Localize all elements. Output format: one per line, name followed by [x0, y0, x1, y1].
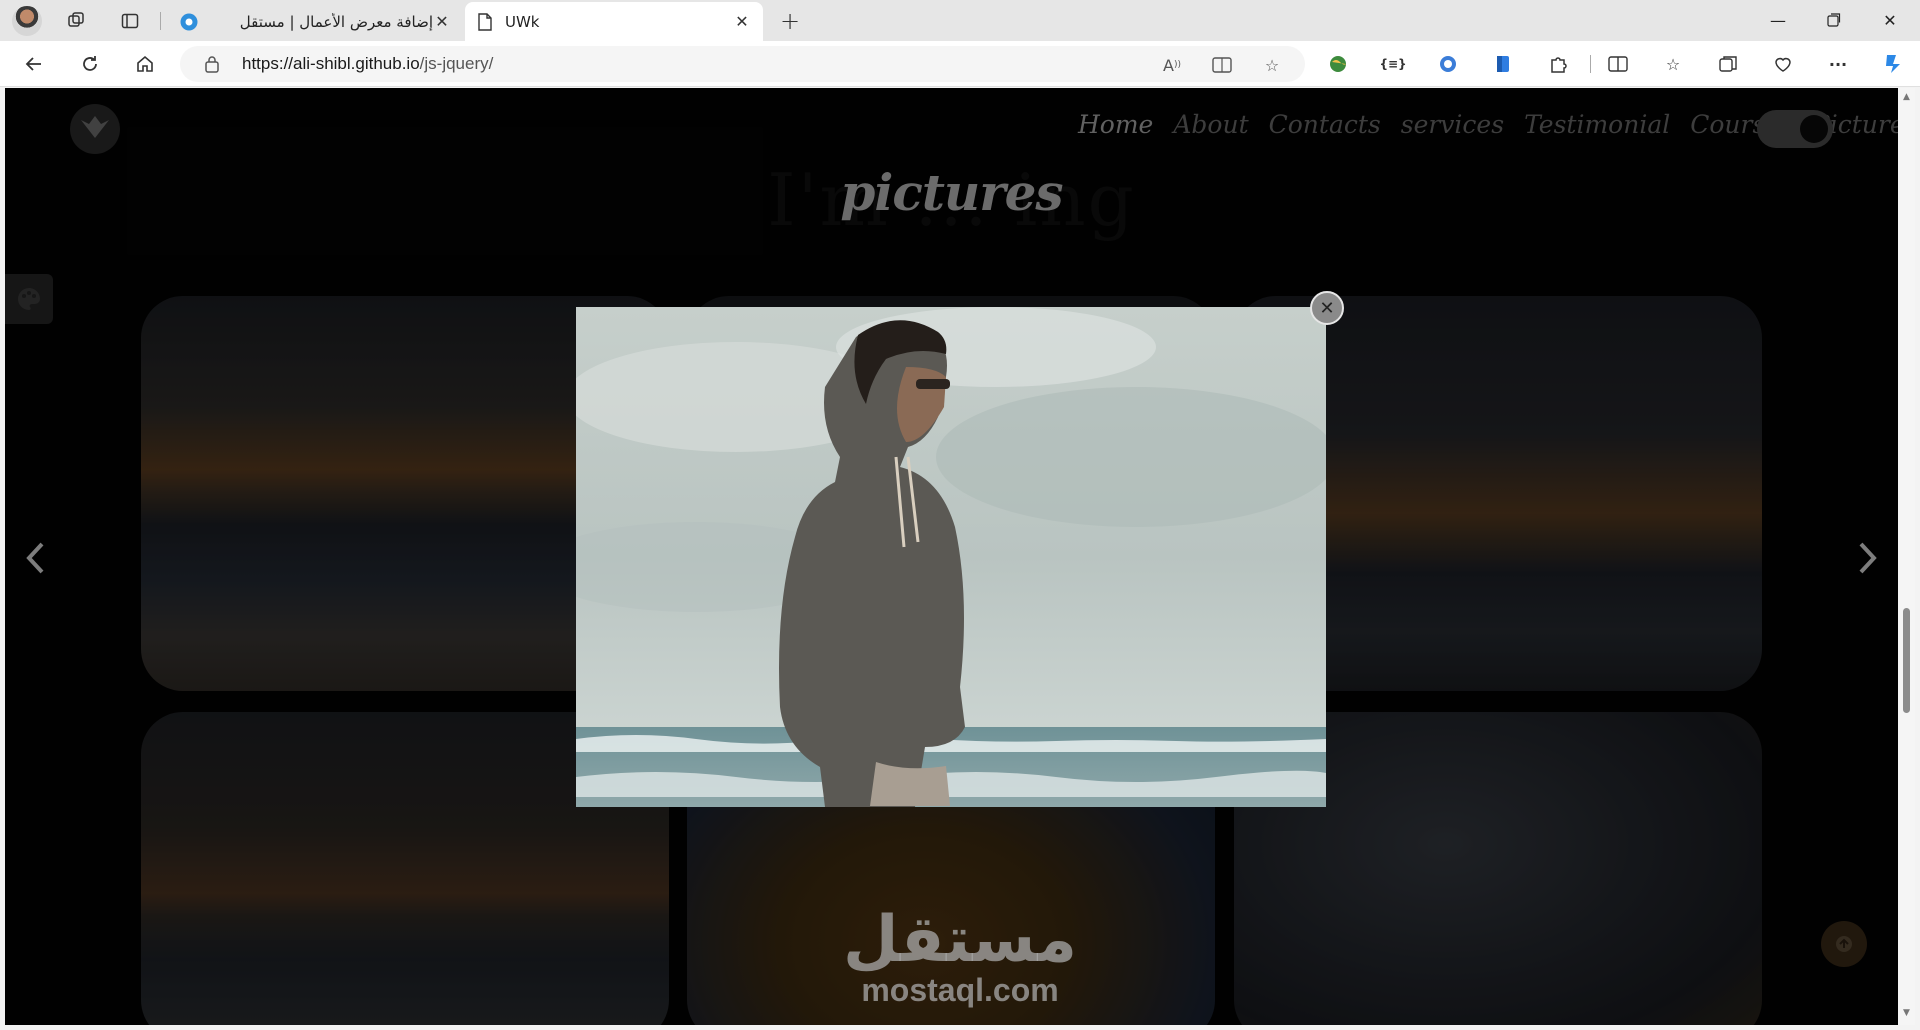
scroll-thumb[interactable] — [1903, 608, 1910, 713]
extension-book-icon[interactable] — [1490, 52, 1516, 76]
minimize-icon[interactable]: — — [1750, 0, 1806, 40]
vertical-tabs-icon[interactable] — [116, 7, 144, 35]
extension-globe-icon[interactable] — [1325, 52, 1351, 76]
profile-avatar[interactable] — [12, 6, 42, 36]
scroll-up-icon[interactable]: ▲ — [1902, 92, 1911, 102]
watermark-latin: mostaql.com — [861, 972, 1059, 1008]
back-icon[interactable] — [20, 50, 48, 78]
browser-essentials-icon[interactable] — [1770, 52, 1796, 76]
split-screen-icon[interactable] — [1605, 52, 1631, 76]
more-menu-icon[interactable]: ··· — [1825, 52, 1851, 76]
url-host: https://ali-shibl.github.io — [242, 54, 420, 73]
restore-icon[interactable] — [1806, 0, 1862, 40]
lock-icon[interactable] — [204, 55, 220, 73]
page-icon — [477, 12, 495, 31]
extension-compass-icon[interactable] — [1435, 52, 1461, 76]
extensions-puzzle-icon[interactable] — [1545, 52, 1571, 76]
mostaql-favicon — [180, 13, 198, 31]
mostaql-watermark: مستقل mostaql.com — [840, 908, 1080, 1008]
close-icon[interactable]: ✕ — [1310, 291, 1344, 325]
read-aloud-icon[interactable]: A)) — [1160, 53, 1184, 77]
home-icon[interactable] — [131, 50, 159, 78]
url-path: /js-jquery/ — [419, 54, 494, 73]
close-tab-icon[interactable]: ✕ — [433, 12, 451, 31]
web-page: Home About Contacts services Testimonial… — [5, 88, 1898, 1025]
favorites-icon[interactable]: ☆ — [1660, 52, 1686, 76]
close-tab-icon[interactable]: ✕ — [733, 12, 751, 31]
url-field[interactable]: https://ali-shibl.github.io/js-jquery/ A… — [180, 46, 1305, 82]
workspaces-icon[interactable] — [62, 7, 90, 35]
immersive-reader-icon[interactable] — [1210, 53, 1234, 77]
url-text: https://ali-shibl.github.io/js-jquery/ — [242, 54, 493, 74]
scroll-down-icon[interactable]: ▼ — [1902, 1008, 1911, 1018]
tab-title: UWk — [505, 12, 540, 31]
address-bar: https://ali-shibl.github.io/js-jquery/ A… — [0, 41, 1920, 87]
tab-mostaql[interactable]: إضافة معرض الأعمال | مستقل ✕ — [168, 2, 463, 41]
tab-title: إضافة معرض الأعمال | مستقل — [239, 12, 433, 31]
lightbox-image — [576, 307, 1326, 807]
copilot-icon[interactable] — [1880, 52, 1906, 76]
close-icon[interactable]: ✕ — [1862, 0, 1918, 40]
favorite-star-icon[interactable]: ☆ — [1260, 53, 1284, 77]
refresh-icon[interactable] — [76, 50, 104, 78]
collections-icon[interactable] — [1715, 52, 1741, 76]
tab-uwk[interactable]: UWk ✕ — [465, 2, 763, 41]
tab-bar: إضافة معرض الأعمال | مستقل ✕ UWk ✕ + — ✕ — [0, 0, 1920, 41]
plus-icon[interactable]: + — [776, 7, 804, 35]
page-scrollbar[interactable]: ▲ ▼ — [1898, 88, 1915, 1025]
extension-json-icon[interactable]: {≡} — [1379, 52, 1406, 76]
watermark-arabic: مستقل — [842, 903, 1078, 977]
